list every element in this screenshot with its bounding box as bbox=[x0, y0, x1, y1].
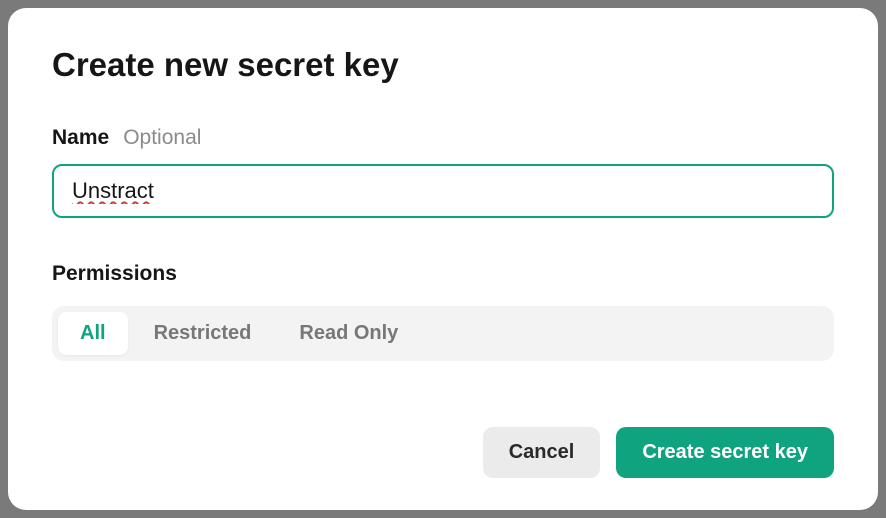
create-secret-key-button[interactable]: Create secret key bbox=[616, 427, 834, 478]
name-label-row: Name Optional bbox=[52, 126, 834, 150]
modal-footer: Cancel Create secret key bbox=[52, 427, 834, 478]
permission-option-restricted[interactable]: Restricted bbox=[132, 312, 274, 355]
create-secret-key-modal: Create new secret key Name Optional Perm… bbox=[8, 8, 878, 510]
name-label: Name bbox=[52, 126, 109, 150]
modal-title: Create new secret key bbox=[52, 46, 834, 84]
name-hint: Optional bbox=[123, 126, 201, 150]
name-input[interactable] bbox=[52, 164, 834, 218]
cancel-button[interactable]: Cancel bbox=[483, 427, 601, 478]
permission-option-readonly[interactable]: Read Only bbox=[277, 312, 420, 355]
permissions-segmented: All Restricted Read Only bbox=[52, 306, 834, 361]
permission-option-all[interactable]: All bbox=[58, 312, 128, 355]
permissions-label: Permissions bbox=[52, 262, 834, 286]
